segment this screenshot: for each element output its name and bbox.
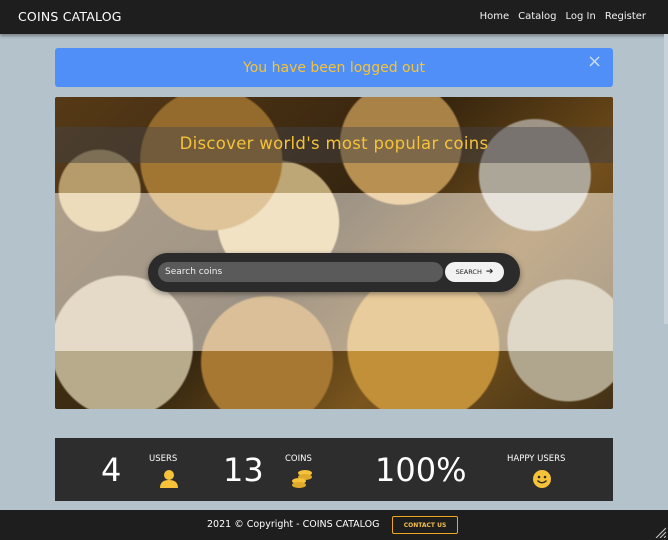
footer-copyright: 2021 © Copyright - COINS CATALOG (207, 519, 380, 530)
nav-link-catalog[interactable]: Catalog (518, 11, 556, 22)
footer: 2021 © Copyright - COINS CATALOG CONTACT… (0, 510, 668, 540)
smile-icon (533, 470, 551, 488)
arrow-right-icon: ➔ (485, 266, 494, 277)
hero-banner: Discover world's most popular coins SEAR… (55, 97, 613, 409)
search-button-label: SEARCH (455, 268, 482, 276)
search-input[interactable] (158, 262, 443, 282)
hero-overlay-bottom (55, 351, 613, 409)
contact-us-button[interactable]: CONTACT US (392, 516, 458, 534)
navbar: COINS CATALOG Home Catalog Log In Regist… (0, 0, 668, 34)
brand-logo[interactable]: COINS CATALOG (18, 9, 122, 24)
close-icon[interactable]: × (587, 53, 602, 71)
nav-link-login[interactable]: Log In (566, 11, 596, 22)
stats-panel: 4 USERS 13 COINS 100% HAPPY USERS (55, 438, 613, 501)
stat-users-label: USERS (149, 454, 178, 464)
stat-coins-value: 13 (223, 451, 264, 489)
hero-overlay-mid (55, 163, 613, 193)
stat-users-value: 4 (101, 451, 122, 489)
scrollbar[interactable] (664, 34, 668, 324)
nav-links: Home Catalog Log In Register (480, 11, 646, 22)
stat-happy-value: 100% (375, 451, 467, 489)
coins-icon (292, 470, 312, 488)
nav-link-home[interactable]: Home (480, 11, 510, 22)
alert-message: You have been logged out (243, 60, 425, 76)
user-icon (160, 470, 178, 488)
hero-overlay-top (55, 97, 613, 127)
logout-alert: You have been logged out × (55, 48, 613, 87)
resize-handle-icon[interactable] (654, 526, 666, 538)
search-bar: SEARCH ➔ (148, 253, 520, 292)
stat-coins-label: COINS (285, 454, 312, 464)
hero-title: Discover world's most popular coins (179, 134, 489, 153)
search-button[interactable]: SEARCH ➔ (445, 262, 504, 282)
nav-link-register[interactable]: Register (605, 11, 646, 22)
stat-happy-label: HAPPY USERS (507, 454, 566, 464)
